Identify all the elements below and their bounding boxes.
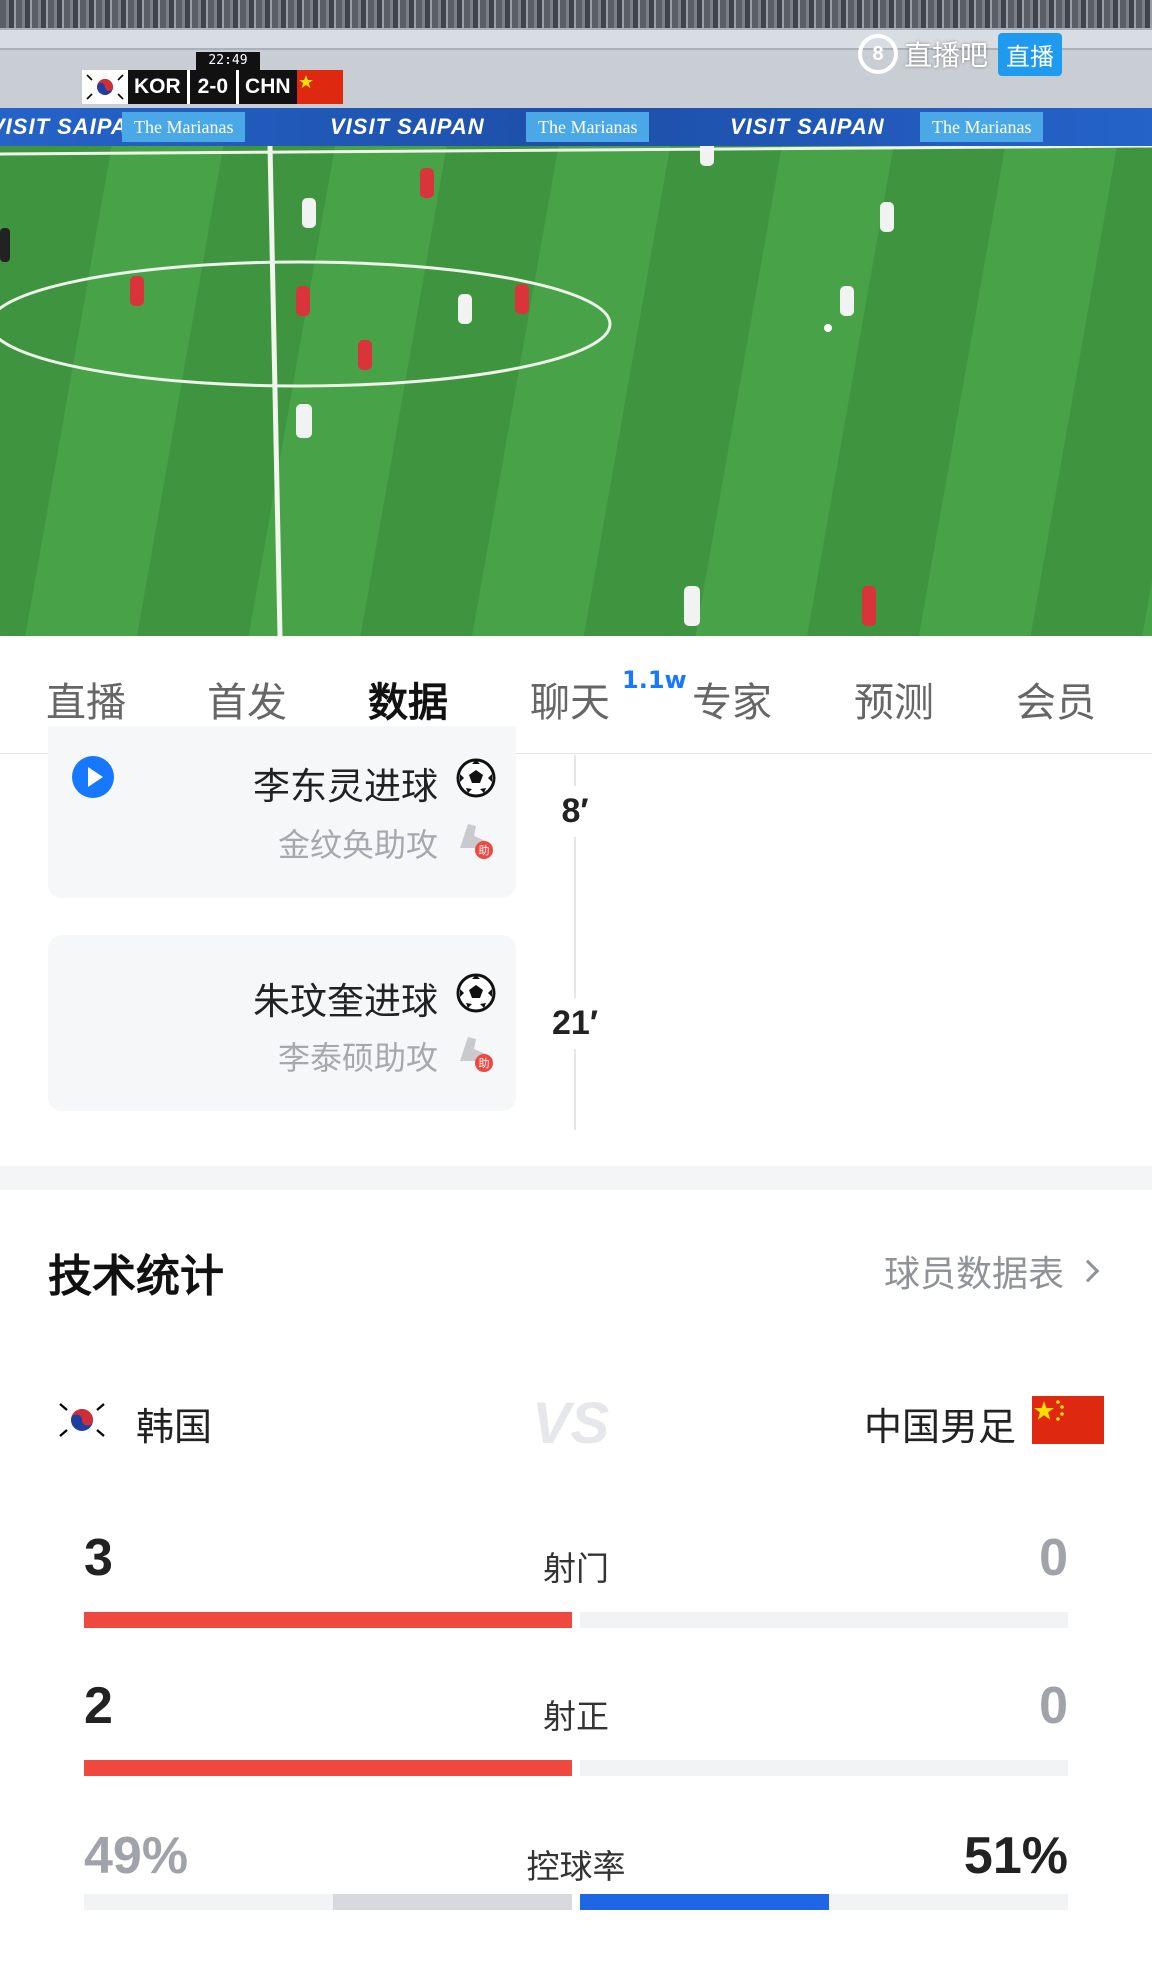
svg-text:助: 助 (479, 843, 490, 857)
home-team-name: 韩国 (136, 1405, 213, 1449)
ad-marianas: The Marianas (122, 112, 246, 142)
teams-header: 韩国 VS 中国男足 (0, 1390, 1152, 1456)
assist-boot-icon: 助 (460, 824, 493, 859)
assist-boot-icon: 助 (460, 1037, 493, 1072)
ad-marianas: The Marianas (920, 112, 1044, 142)
advertising-board: VISIT SAIPAN The Marianas VISIT SAIPAN T… (0, 108, 1152, 146)
goal-scorer: 朱玟奎进球 (253, 980, 438, 1023)
soccer-ball-icon (456, 973, 496, 1013)
watermark-brand: 直播吧 (904, 39, 989, 72)
match-score: 2-0 (186, 70, 240, 104)
chat-count-badge: 1.1w (622, 666, 687, 694)
home-bar-fill (84, 1612, 572, 1628)
away-bar-track (580, 1894, 1068, 1910)
tab-lineup[interactable]: 首发 (207, 670, 287, 728)
home-team-code: KOR (128, 70, 187, 104)
home-bar-fill (332, 1894, 572, 1910)
goal-scorer: 李东灵进球 (253, 765, 438, 808)
stat-label: 射正 (543, 1697, 609, 1736)
tab-predictions[interactable]: 预测 (854, 670, 934, 728)
live-badge: 直播 (998, 32, 1063, 76)
stat-row: 49% 控球率 51% (84, 1826, 1068, 1926)
away-bar-track (580, 1612, 1068, 1628)
goal-event-card[interactable]: 朱玟奎进球 李泰硕助攻 助 (48, 935, 516, 1111)
assist-player: 金纹奂助攻 (277, 826, 438, 864)
video-player[interactable]: VISIT SAIPAN The Marianas VISIT SAIPAN T… (0, 0, 1152, 636)
svg-text:助: 助 (479, 1056, 490, 1070)
tab-data[interactable]: 数据 (368, 670, 448, 728)
tab-chat[interactable]: 聊天 (530, 670, 610, 728)
away-bar-track (580, 1760, 1068, 1776)
chevron-right-icon (1076, 1259, 1100, 1283)
ad-marianas: The Marianas (526, 112, 650, 142)
china-flag-icon (296, 70, 343, 104)
home-bar-fill (84, 1760, 572, 1776)
home-bar-track (84, 1894, 572, 1910)
away-stat-value: 51% (963, 1827, 1068, 1885)
stat-row: 2 射正 0 (84, 1676, 1068, 1776)
home-bar-track (84, 1612, 572, 1628)
match-clock: 22:49 (196, 52, 260, 70)
stat-label: 射门 (543, 1549, 609, 1588)
assist-player: 李泰硕助攻 (277, 1039, 438, 1077)
away-stat-value: 0 (1039, 1677, 1068, 1735)
korea-flag-icon (59, 1403, 105, 1437)
event-minute: 21′ (540, 998, 610, 1049)
section-title: 技术统计 (48, 1251, 224, 1302)
tab-live[interactable]: 直播 (46, 670, 126, 728)
player-stats-link[interactable]: 球员数据表 (883, 1245, 1100, 1297)
china-flag-icon (1032, 1396, 1104, 1444)
away-bar-fill (580, 1894, 829, 1910)
section-divider (0, 1166, 1152, 1190)
play-video-icon[interactable] (72, 756, 114, 798)
player-stats-link-label: 球员数据表 (883, 1254, 1064, 1295)
tab-membership[interactable]: 会员 (1016, 670, 1096, 728)
away-team-code: CHN (239, 70, 297, 104)
away-stat-value: 0 (1039, 1529, 1068, 1587)
vs-icon: VS (532, 1391, 610, 1456)
event-minute: 8′ (540, 786, 610, 837)
ad-saipan: VISIT SAIPAN (730, 114, 885, 139)
zhibo8-watermark: 8 直播吧 直播 (858, 32, 1063, 76)
goal-event-card[interactable]: 李东灵进球 金纹奂助攻 助 (48, 726, 516, 898)
home-bar-track (84, 1760, 572, 1776)
stat-label: 控球率 (526, 1847, 626, 1886)
football-pitch (0, 146, 1152, 636)
ad-saipan: VISIT SAIPAN (330, 114, 485, 139)
scorebug: KOR 2-0 CHN (82, 70, 343, 104)
korea-flag-icon (82, 70, 128, 104)
soccer-ball-icon (456, 758, 496, 798)
stat-row: 3 射门 0 (84, 1528, 1068, 1628)
pitch-markings (0, 146, 1152, 636)
away-team-name: 中国男足 (863, 1405, 1016, 1449)
zhibo8-logo-icon: 8 (858, 34, 898, 74)
tab-experts[interactable]: 专家 (692, 670, 772, 728)
stadium-crowd (0, 0, 1152, 28)
